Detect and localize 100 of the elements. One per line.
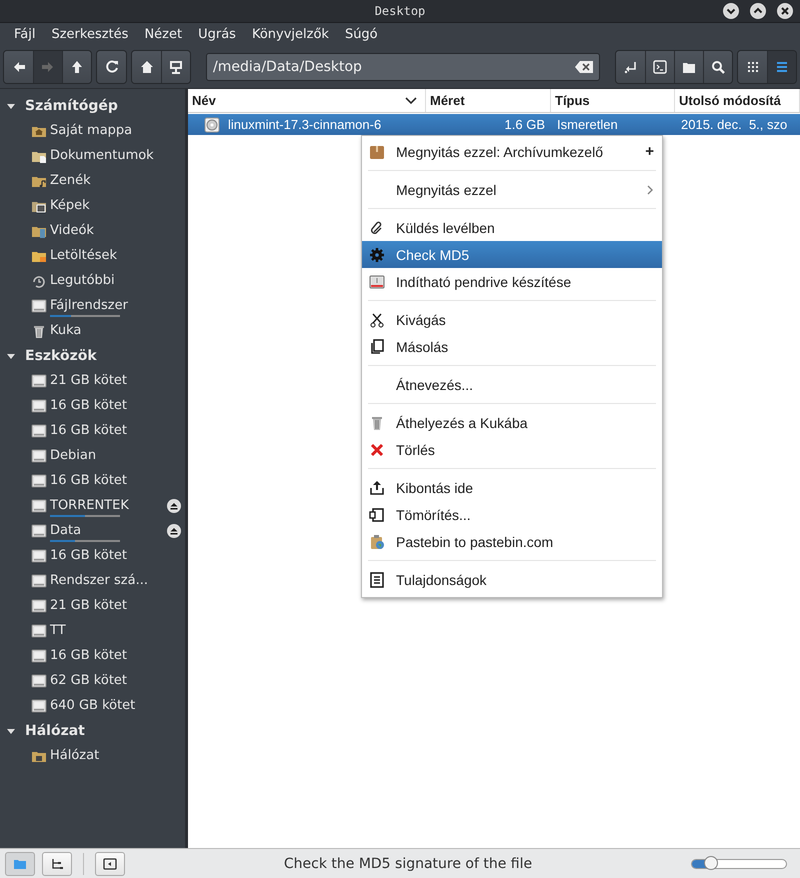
table-cell: linuxmint-17.3-cinnamon-6 — [228, 117, 382, 132]
toggle-button[interactable] — [616, 51, 645, 83]
menu-item[interactable]: Szerkesztés — [43, 27, 136, 42]
column-header[interactable]: Utolsó módosítá — [675, 89, 800, 112]
trash-icon — [369, 414, 385, 430]
sidebar-item[interactable]: Saját mappa — [50, 123, 132, 138]
table-cell: Ismeretlen — [557, 117, 618, 132]
sidebar-item[interactable]: 21 GB kötet — [50, 598, 128, 613]
menu-item[interactable]: Áthelyezés a Kukába — [362, 409, 662, 436]
folder-button[interactable] — [674, 51, 703, 83]
menu-item[interactable]: Megnyitás ezzel — [362, 176, 662, 203]
sidebar-item[interactable]: 640 GB kötet — [50, 698, 136, 713]
sidebar-item[interactable]: Letöltések — [50, 248, 118, 263]
location-field[interactable]: /media/Data/Desktop — [206, 53, 600, 81]
menu-item[interactable]: Törlés — [362, 436, 662, 463]
close-icon[interactable] — [776, 2, 794, 20]
clipboard-globe-icon — [369, 534, 385, 550]
terminal-button[interactable] — [645, 51, 674, 83]
sidebar-item[interactable]: 16 GB kötet — [50, 648, 128, 663]
minimize-icon[interactable] — [722, 2, 740, 20]
maximize-icon[interactable] — [749, 2, 767, 20]
sidebar-toggle-button[interactable] — [95, 852, 125, 876]
drive-icon — [31, 622, 47, 638]
sidebar-item[interactable]: TT — [50, 623, 66, 638]
search-button[interactable] — [703, 51, 732, 83]
column-header[interactable]: Típus — [551, 89, 675, 112]
compress-icon — [369, 506, 385, 522]
slider-thumb[interactable] — [704, 856, 718, 870]
reload-button[interactable] — [97, 51, 126, 83]
sidebar-item[interactable]: Zenék — [50, 173, 91, 188]
sidebar-item[interactable]: Debian — [50, 448, 96, 463]
eject-icon[interactable] — [167, 499, 181, 513]
home-icon — [138, 59, 154, 75]
back-button[interactable] — [4, 51, 33, 83]
disc-image-icon — [204, 116, 220, 132]
copy-icon — [369, 338, 385, 354]
menu-item[interactable]: Check MD5 — [362, 241, 662, 268]
menu-item[interactable]: Kivágás — [362, 306, 662, 333]
reload-icon — [104, 59, 120, 75]
menu-item[interactable]: Megnyitás ezzel: Archívumkezelő + — [362, 138, 662, 165]
sidebar-item[interactable]: 21 GB kötet — [50, 373, 128, 388]
sidebar-item[interactable]: TORRENTEK — [50, 498, 129, 513]
sidebar-item[interactable]: 62 GB kötet — [50, 673, 128, 688]
sidebar-item[interactable]: Videók — [50, 223, 94, 238]
menu-item[interactable]: Nézet — [136, 27, 190, 42]
table-cell: 1.6 GB — [504, 117, 545, 132]
menu-item[interactable]: Fájl — [6, 27, 44, 42]
menu-item[interactable]: Átnevezés... — [362, 371, 662, 398]
sidebar-item[interactable]: Data — [50, 523, 82, 538]
gear-icon — [369, 246, 385, 262]
menu-item[interactable]: Küldés levélben — [362, 214, 662, 241]
up-button[interactable] — [62, 51, 91, 83]
package-icon — [369, 144, 385, 160]
sidebar-toggle-icon — [102, 856, 118, 872]
drive-icon — [31, 548, 47, 564]
column-header[interactable]: Méret — [426, 89, 551, 112]
file-row[interactable]: linuxmint-17.3-cinnamon-6 1.6 GB Ismeretlen 2015. dec. 5., szo — [188, 114, 800, 135]
icons-button[interactable] — [738, 51, 767, 83]
sidebar-item[interactable]: Rendszer szá... — [50, 573, 148, 588]
menu-item[interactable]: Könyvjelzők — [244, 27, 337, 42]
sidebar-item[interactable]: Legutóbbi — [50, 273, 115, 288]
drive-icon — [31, 672, 47, 688]
menu-item[interactable]: Kibontás ide — [362, 474, 662, 501]
sidebar-item[interactable]: 16 GB kötet — [50, 423, 128, 438]
computer-button[interactable] — [161, 51, 190, 83]
sidebar-item[interactable]: Kuka — [50, 323, 82, 338]
drive-icon — [31, 298, 47, 314]
menu-item[interactable]: Pastebin to pastebin.com — [362, 528, 662, 555]
search-icon — [710, 59, 726, 75]
menu-item[interactable]: Indítható pendrive készítése — [362, 268, 662, 295]
drive-icon — [31, 572, 47, 588]
menu-item[interactable]: Ugrás — [190, 27, 244, 42]
eject-icon[interactable] — [167, 524, 181, 538]
list-button[interactable] — [767, 51, 796, 83]
extract-icon — [369, 480, 385, 496]
section-heading: Hálózat — [25, 722, 85, 738]
drive-icon — [31, 398, 47, 414]
menu-item[interactable]: Tömörítés... — [362, 501, 662, 528]
menu-item[interactable]: Másolás — [362, 333, 662, 360]
sidebar-item[interactable]: Dokumentumok — [50, 148, 154, 163]
column-header[interactable]: Név — [188, 89, 426, 112]
clear-icon[interactable] — [575, 61, 593, 73]
sidebar-item[interactable]: 16 GB kötet — [50, 548, 128, 563]
sidebar-item[interactable]: Hálózat — [50, 748, 100, 763]
tree-pane-button[interactable] — [42, 852, 72, 876]
table-cell: 2015. dec. 5., szo — [681, 117, 788, 132]
forward-arrow-icon — [40, 59, 56, 75]
sidebar-item[interactable]: Fájlrendszer — [50, 298, 128, 313]
status-text: Check the MD5 signature of the file — [282, 856, 534, 872]
sidebar-item[interactable]: 16 GB kötet — [50, 473, 128, 488]
usb-drive-icon — [369, 274, 385, 290]
drive-icon — [31, 698, 47, 714]
menu-item[interactable]: Tulajdonságok — [362, 566, 662, 593]
drive-icon — [31, 498, 47, 514]
sidebar-item[interactable]: Képek — [50, 198, 90, 213]
zoom-slider[interactable] — [691, 858, 787, 868]
menu-item[interactable]: Súgó — [336, 27, 386, 42]
sidebar-item[interactable]: 16 GB kötet — [50, 398, 128, 413]
drive-icon — [31, 472, 47, 488]
home-button[interactable] — [132, 51, 161, 83]
